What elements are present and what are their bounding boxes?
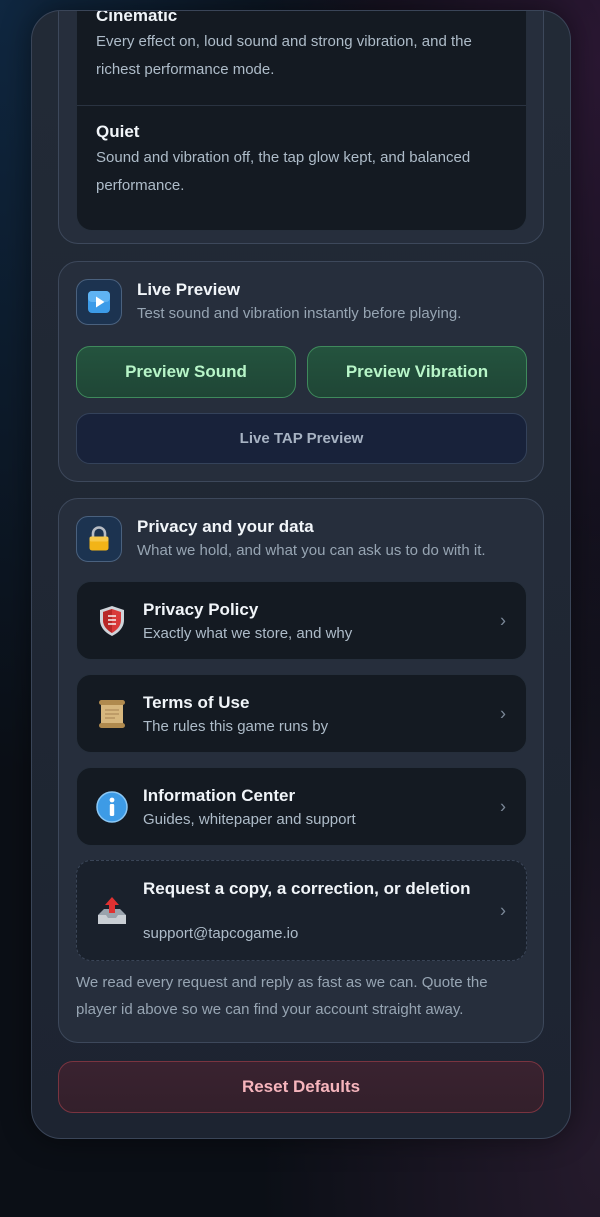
privacy-title: Privacy and your data [137,517,314,536]
data-request-row[interactable]: Request a copy, a correction, or deletio… [76,860,527,961]
mode-description: Every effect on, loud sound and strong v… [96,33,472,78]
chevron-right-icon: › [500,610,506,630]
mode-option-quiet[interactable]: Quiet Sound and vibration off, the tap g… [96,122,516,200]
info-icon [95,790,129,824]
outbox-tray-icon [95,894,129,928]
experience-mode-card: Cinematic Every effect on, loud sound an… [58,10,544,244]
mode-option-cinematic[interactable]: Cinematic Every effect on, loud sound an… [96,10,516,84]
mode-title: Quiet [96,122,140,141]
live-preview-header: Live Preview Test sound and vibration in… [76,279,526,325]
live-preview-subtitle: Test sound and vibration instantly befor… [137,305,462,322]
row-title: Information Center [143,786,296,805]
live-preview-card: Live Preview Test sound and vibration in… [58,261,544,482]
reset-defaults-button[interactable]: Reset Defaults [58,1061,544,1113]
mode-description: Sound and vibration off, the tap glow ke… [96,149,471,194]
support-email: support@tapcogame.io [143,925,299,942]
privacy-policy-row[interactable]: Privacy Policy Exactly what we store, an… [76,581,527,660]
play-button-icon [76,279,122,325]
row-title: Terms of Use [143,693,250,712]
mode-list: Cinematic Every effect on, loud sound an… [76,10,527,231]
row-title: Privacy Policy [143,600,259,619]
privacy-header: Privacy and your data What we hold, and … [76,516,526,562]
row-subtitle: Guides, whitepaper and support [143,811,356,828]
shield-icon [95,604,129,638]
row-subtitle: The rules this game runs by [143,718,329,735]
terms-of-use-row[interactable]: Terms of Use The rules this game runs by… [76,674,527,753]
privacy-card: Privacy and your data What we hold, and … [58,498,544,1043]
preview-sound-button[interactable]: Preview Sound [76,346,296,398]
preview-vibration-button[interactable]: Preview Vibration [307,346,527,398]
lock-icon [76,516,122,562]
chevron-right-icon: › [500,796,506,816]
row-subtitle: Exactly what we store, and why [143,625,353,642]
chevron-right-icon: › [500,900,506,920]
mode-title: Cinematic [96,10,178,25]
information-center-row[interactable]: Information Center Guides, whitepaper an… [76,767,527,846]
privacy-note: We read every request and reply as fast … [76,974,488,1018]
live-preview-title: Live Preview [137,280,241,299]
privacy-subtitle: What we hold, and what you can ask us to… [137,542,486,559]
settings-panel: Cinematic Every effect on, loud sound an… [31,10,571,1139]
scroll-icon [95,697,129,731]
live-tap-preview-button[interactable]: Live TAP Preview [76,413,527,464]
chevron-right-icon: › [500,703,506,723]
mode-divider [77,105,526,106]
row-title: Request a copy, a correction, or deletio… [143,879,471,898]
